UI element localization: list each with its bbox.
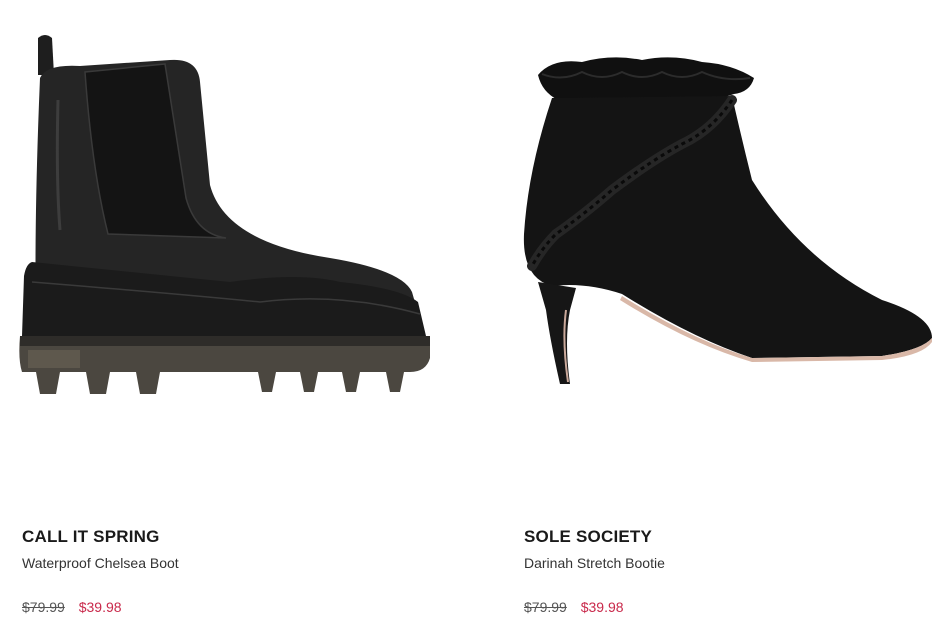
product-image[interactable] [0,20,440,400]
product-name[interactable]: Waterproof Chelsea Boot [22,555,179,571]
original-price: $79.99 [524,599,567,615]
chelsea-boot-icon [19,35,430,394]
product-name[interactable]: Darinah Stretch Bootie [524,555,665,571]
sale-price: $39.98 [78,599,122,615]
price-block: $79.99 $39.98 [22,599,122,615]
product-brand[interactable]: CALL IT SPRING [22,527,160,547]
product-brand[interactable]: SOLE SOCIETY [524,527,652,547]
product-card[interactable]: CALL IT SPRING Waterproof Chelsea Boot $… [0,0,440,624]
original-price: $79.99 [22,599,65,615]
sale-price: $39.98 [580,599,624,615]
product-card[interactable]: SOLE SOCIETY Darinah Stretch Bootie $79.… [502,0,942,624]
price-block: $79.99 $39.98 [524,599,624,615]
stiletto-bootie-icon [523,57,932,384]
product-image[interactable] [502,20,942,400]
